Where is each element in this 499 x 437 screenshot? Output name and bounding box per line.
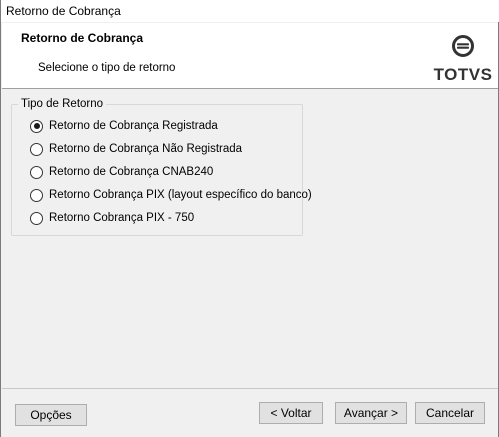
next-button[interactable]: Avançar >: [335, 402, 407, 424]
radio-option-pix-layout[interactable]: Retorno Cobrança PIX (layout específico …: [30, 187, 312, 203]
radio-label[interactable]: Retorno de Cobrança CNAB240: [49, 166, 213, 178]
totvs-logo: TOTVS: [432, 33, 494, 84]
radio-option-cnab240[interactable]: Retorno de Cobrança CNAB240: [30, 164, 213, 180]
radio-icon[interactable]: [30, 119, 43, 133]
radio-icon[interactable]: [30, 165, 43, 179]
radio-label[interactable]: Retorno de Cobrança Registrada: [49, 120, 218, 132]
window-title: Retorno de Cobrança: [6, 4, 121, 18]
radio-option-nao-registrada[interactable]: Retorno de Cobrança Não Registrada: [30, 141, 242, 157]
radio-label[interactable]: Retorno Cobrança PIX (layout específico …: [49, 189, 312, 201]
title-bar: Retorno de Cobrança: [1, 0, 499, 22]
radio-label[interactable]: Retorno Cobrança PIX - 750: [49, 212, 194, 224]
return-type-group: Tipo de Retorno Retorno de Cobrança Regi…: [11, 98, 312, 236]
radio-icon[interactable]: [30, 188, 43, 202]
logo-text: TOTVS: [433, 65, 493, 84]
wizard-header: Retorno de Cobrança Selecione o tipo de …: [2, 23, 498, 89]
options-button[interactable]: Opções: [15, 404, 87, 426]
totvs-logo-icon: [452, 35, 474, 57]
radio-label[interactable]: Retorno de Cobrança Não Registrada: [49, 143, 242, 155]
wizard-window: Retorno de Cobrança Retorno de Cobrança …: [0, 0, 499, 437]
footer-divider: [2, 388, 498, 389]
cancel-button[interactable]: Cancelar: [415, 402, 485, 424]
group-legend: Tipo de Retorno: [18, 98, 107, 110]
radio-option-pix-750[interactable]: Retorno Cobrança PIX - 750: [30, 210, 194, 226]
radio-icon[interactable]: [30, 142, 43, 156]
header-subtitle: Selecione o tipo de retorno: [38, 62, 176, 74]
radio-icon[interactable]: [30, 211, 43, 225]
back-button[interactable]: < Voltar: [259, 402, 323, 424]
header-title: Retorno de Cobrança: [21, 31, 144, 45]
radio-option-registrada[interactable]: Retorno de Cobrança Registrada: [30, 118, 218, 134]
